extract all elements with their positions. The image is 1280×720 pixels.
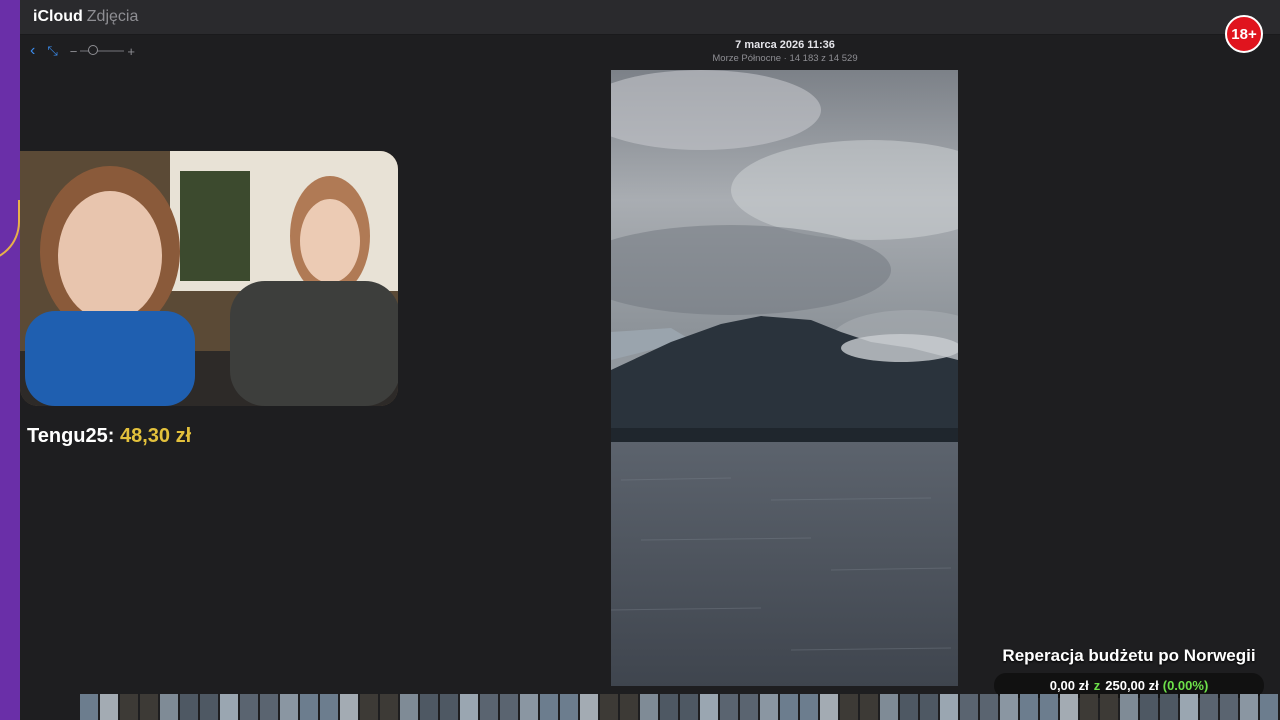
filmstrip-thumbnail[interactable] <box>280 694 298 720</box>
filmstrip-thumbnail[interactable] <box>520 694 538 720</box>
filmstrip-thumbnail[interactable] <box>940 694 958 720</box>
donation-goal: Reperacja budżetu po Norwegii 0,00 zł z … <box>990 646 1268 698</box>
filmstrip-thumbnail[interactable] <box>80 694 98 720</box>
main-photo[interactable] <box>611 70 958 686</box>
filmstrip-thumbnail[interactable] <box>380 694 398 720</box>
filmstrip-thumbnail[interactable] <box>740 694 758 720</box>
filmstrip-thumbnail[interactable] <box>1220 694 1238 720</box>
filmstrip-thumbnail[interactable] <box>120 694 138 720</box>
filmstrip-thumbnail[interactable] <box>220 694 238 720</box>
goal-current: 0,00 zł <box>1049 678 1089 693</box>
goal-separator: z <box>1093 678 1101 693</box>
filmstrip-thumbnail[interactable] <box>840 694 858 720</box>
filmstrip-thumbnail[interactable] <box>980 694 998 720</box>
top-donor: Tengu25: 48,30 zł <box>27 425 191 448</box>
goal-title: Reperacja budżetu po Norwegii <box>1002 646 1256 665</box>
filmstrip-thumbnail[interactable] <box>800 694 818 720</box>
filmstrip-thumbnail[interactable] <box>460 694 478 720</box>
donor-amount: 48,30 zł <box>119 425 192 447</box>
filmstrip-thumbnail[interactable] <box>1100 694 1118 720</box>
expand-icon[interactable]: ⤡ <box>47 43 57 59</box>
filmstrip-thumbnail[interactable] <box>640 694 658 720</box>
filmstrip-thumbnail[interactable] <box>760 694 778 720</box>
filmstrip-thumbnail[interactable] <box>1120 694 1138 720</box>
filmstrip-thumbnail[interactable] <box>1180 694 1198 720</box>
zoom-out-button[interactable]: − <box>70 44 78 59</box>
photo-date: 7 marca 2026 11:36 <box>735 39 835 51</box>
filmstrip-thumbnail[interactable] <box>1200 694 1218 720</box>
filmstrip-thumbnail[interactable] <box>340 694 358 720</box>
filmstrip-thumbnail[interactable] <box>260 694 278 720</box>
filmstrip-thumbnail[interactable] <box>100 694 118 720</box>
filmstrip-thumbnail[interactable] <box>1040 694 1058 720</box>
filmstrip-thumbnail[interactable] <box>600 694 618 720</box>
filmstrip-thumbnail[interactable] <box>1260 694 1278 720</box>
filmstrip-thumbnail[interactable] <box>440 694 458 720</box>
title-bar: iCloud Zdjęcia <box>20 0 1280 35</box>
filmstrip-thumbnail[interactable] <box>620 694 638 720</box>
filmstrip-thumbnail[interactable] <box>1240 694 1258 720</box>
zoom-in-button[interactable]: + <box>127 44 135 59</box>
zoom-track[interactable] <box>80 45 125 55</box>
filmstrip-thumbnail[interactable] <box>140 694 158 720</box>
filmstrip-thumbnail[interactable] <box>700 694 718 720</box>
filmstrip-thumbnail[interactable] <box>820 694 838 720</box>
overlay-arc <box>0 200 20 262</box>
filmstrip-thumbnail[interactable] <box>560 694 578 720</box>
filmstrip-thumbnail[interactable] <box>480 694 498 720</box>
filmstrip-thumbnail[interactable] <box>780 694 798 720</box>
filmstrip-thumbnail[interactable] <box>880 694 898 720</box>
filmstrip-thumbnail[interactable] <box>320 694 338 720</box>
zoom-knob[interactable] <box>88 45 99 55</box>
filmstrip-thumbnail[interactable] <box>540 694 558 720</box>
viewer-toolbar: ‹ ⤡ − + <box>30 42 135 60</box>
photo-location-count: Morze Północne · 14 183 z 14 529 <box>712 53 858 64</box>
age-rating-badge: 18+ <box>1225 15 1263 53</box>
filmstrip-thumbnail[interactable] <box>300 694 318 720</box>
webcam-overlay <box>20 151 398 406</box>
filmstrip-thumbnail[interactable] <box>1140 694 1158 720</box>
filmstrip-thumbnail[interactable] <box>1080 694 1098 720</box>
filmstrip-thumbnail[interactable] <box>1000 694 1018 720</box>
app-brand[interactable]: iCloud Zdjęcia <box>32 8 138 26</box>
zoom-slider[interactable]: − + <box>70 44 135 59</box>
filmstrip-thumbnail[interactable] <box>500 694 518 720</box>
filmstrip-thumbnail[interactable] <box>680 694 698 720</box>
filmstrip-thumbnail[interactable] <box>1060 694 1078 720</box>
filmstrip-thumbnail[interactable] <box>1160 694 1178 720</box>
filmstrip-thumbnail[interactable] <box>860 694 878 720</box>
filmstrip-thumbnail[interactable] <box>960 694 978 720</box>
filmstrip-thumbnail[interactable] <box>1020 694 1038 720</box>
filmstrip-thumbnail[interactable] <box>200 694 218 720</box>
section-name: Zdjęcia <box>86 8 139 25</box>
filmstrip-thumbnail[interactable] <box>360 694 378 720</box>
filmstrip-thumbnail[interactable] <box>660 694 678 720</box>
filmstrip-thumbnail[interactable] <box>420 694 438 720</box>
filmstrip-thumbnail[interactable] <box>580 694 598 720</box>
filmstrip-thumbnail[interactable] <box>720 694 738 720</box>
filmstrip-thumbnail[interactable] <box>240 694 258 720</box>
left-overlay-strip <box>0 0 20 720</box>
filmstrip-thumbnail[interactable] <box>920 694 938 720</box>
filmstrip-thumbnail[interactable] <box>900 694 918 720</box>
photo-header: 7 marca 2026 11:36 Morze Północne · 14 1… <box>611 39 959 64</box>
goal-target: 250,00 zł <box>1105 678 1159 693</box>
photo-filmstrip[interactable] <box>80 694 1280 720</box>
chevron-left-icon[interactable]: ‹ <box>30 43 35 59</box>
filmstrip-thumbnail[interactable] <box>400 694 418 720</box>
filmstrip-thumbnail[interactable] <box>160 694 178 720</box>
donor-name: Tengu25: <box>27 425 115 447</box>
filmstrip-thumbnail[interactable] <box>180 694 198 720</box>
brand-name: iCloud <box>33 8 83 25</box>
goal-percent: (0.00%) <box>1162 678 1209 693</box>
